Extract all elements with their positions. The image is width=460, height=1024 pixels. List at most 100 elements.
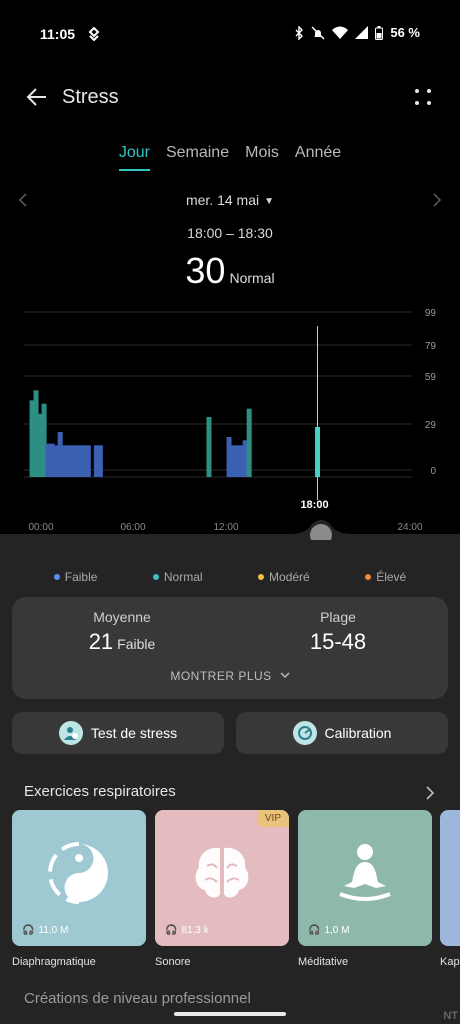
headphones-icon: 🎧 (165, 925, 178, 936)
stress-bar[interactable] (206, 417, 212, 477)
count-text: 81,3 k (181, 925, 209, 936)
mute-icon (311, 26, 325, 39)
battery-percent: 56 % (390, 25, 420, 40)
stress-test-label: Test de stress (90, 725, 178, 741)
range-title: Plage (320, 609, 356, 625)
selected-time-range: 18:00 – 18:30 (187, 225, 273, 241)
chevron-down-icon (280, 672, 290, 678)
range-value-row: 15-48 (238, 629, 438, 655)
battery-icon (375, 25, 384, 40)
calibration-label: Calibration (324, 725, 392, 741)
next-day-chevron-icon[interactable] (430, 192, 444, 208)
count-text: 1,0 M (324, 925, 350, 936)
stress-level: Normal (229, 270, 275, 286)
listen-count: 🎧 1,0 M (308, 925, 349, 936)
stress-bar-chart[interactable]: 99 79 59 29 0 18:00 00:00 06:00 12:00 24:00 (0, 300, 460, 540)
app-bar: Stress (0, 78, 460, 118)
exercise-card-kap[interactable] (440, 810, 460, 946)
more-options-icon[interactable] (414, 88, 432, 106)
card-label-sonore: Sonore (155, 956, 191, 968)
exercise-card-sonore[interactable]: VIP 🎧 81,3 k (155, 810, 289, 946)
legend-label: Normal (163, 570, 203, 584)
card-label-diaphragmatique: Diaphragmatique (12, 956, 96, 968)
tab-jour[interactable]: Jour (118, 144, 150, 171)
y-tick-label: 0 (430, 466, 436, 477)
stress-test-button[interactable]: Test de stress (12, 712, 224, 754)
signal-icon (355, 26, 369, 39)
x-tick-label: 12:00 (213, 522, 238, 533)
legend-dot (152, 574, 159, 580)
back-arrow-icon[interactable] (24, 84, 50, 110)
count-text: 11,0 M (38, 925, 69, 936)
show-more-button[interactable]: MONTRER PLUS (12, 669, 448, 683)
legend-dot (365, 574, 372, 580)
period-tabs: Jour Semaine Mois Année (0, 144, 460, 171)
selected-time-label: 18:00 (300, 499, 328, 511)
stress-bar[interactable] (97, 445, 103, 477)
tab-annee[interactable]: Année (295, 144, 341, 171)
legend-item-normal: Normal (152, 570, 203, 584)
stress-bar[interactable] (246, 408, 252, 477)
listen-count: 🎧 11,0 M (22, 925, 68, 936)
chevron-right-icon[interactable] (424, 785, 436, 801)
y-tick-label: 79 (425, 341, 437, 352)
tab-semaine[interactable]: Semaine (166, 144, 229, 171)
average-value: 21 (88, 629, 114, 654)
person-check-icon (58, 721, 83, 745)
legend-label: Élevé (376, 570, 407, 584)
range-stat: Plage 15-48 (238, 609, 438, 655)
status-time: 11:05 (40, 26, 76, 42)
y-tick-label: 29 (425, 420, 437, 431)
yin-yang-icon (48, 842, 108, 904)
legend-label: Modéré (269, 570, 310, 584)
caret-down-icon: ▼ (264, 196, 275, 207)
stress-bar[interactable] (85, 445, 91, 477)
stress-legend: Faible Normal Modéré Élevé (0, 570, 460, 584)
legend-item-faible: Faible (53, 570, 98, 584)
exercise-card-diaphragmatique[interactable]: 🎧 11,0 M (12, 810, 146, 946)
brain-icon (195, 847, 249, 898)
x-tick-label: 06:00 (120, 522, 145, 533)
date-text: mer. 14 mai (185, 192, 260, 208)
date-navigator: mer. 14 mai ▼ (0, 190, 460, 212)
legend-item-modere: Modéré (258, 570, 310, 584)
meditation-icon (339, 844, 391, 901)
app-notification-icon (88, 27, 100, 41)
x-tick-label: 00:00 (28, 522, 53, 533)
legend-dot (53, 574, 60, 580)
stress-bar[interactable] (315, 427, 321, 477)
headphones-icon: 🎧 (308, 925, 321, 936)
legend-item-eleve: Élevé (365, 570, 406, 584)
breathing-cards: 🎧 11,0 M VIP 🎧 81,3 k 🎧 1,0 M (12, 810, 460, 946)
gesture-navigation-bar[interactable] (174, 1012, 286, 1016)
pro-creations-title: Créations de niveau professionnel (24, 990, 251, 1007)
headphones-icon: 🎧 (22, 925, 35, 936)
selected-stress-value: 30 Normal (0, 250, 460, 292)
average-title: Moyenne (93, 609, 151, 625)
x-tick-label: 24:00 (397, 522, 422, 533)
status-icons: 56 % (294, 25, 420, 40)
wifi-icon (332, 26, 349, 39)
chart-scrubber[interactable] (290, 518, 352, 540)
gauge-icon (292, 721, 317, 745)
range-value: 15-48 (309, 629, 367, 654)
tab-mois[interactable]: Mois (245, 144, 279, 171)
legend-label: Faible (64, 570, 98, 584)
watermark-text: NT (443, 1010, 458, 1022)
legend-dot (258, 574, 265, 580)
stats-card: Moyenne 21 Faible Plage 15-48 MONTRER PLU… (12, 597, 448, 699)
breathing-section-title: Exercices respiratoires (24, 783, 176, 800)
vip-badge: VIP (256, 810, 289, 827)
date-selector[interactable]: mer. 14 mai ▼ (0, 192, 460, 208)
bluetooth-icon (295, 25, 304, 40)
card-label-meditative: Méditative (298, 956, 349, 968)
listen-count: 🎧 81,3 k (165, 925, 209, 936)
card-label-kap: Kap (440, 956, 460, 968)
exercise-card-meditative[interactable]: 🎧 1,0 M (298, 810, 432, 946)
calibration-button[interactable]: Calibration (236, 712, 448, 754)
average-stat: Moyenne 21 Faible (22, 609, 222, 655)
page-title: Stress (62, 86, 119, 108)
stress-number: 30 (185, 250, 226, 291)
status-bar: 11:05 56 % (0, 0, 460, 66)
y-tick-label: 99 (425, 308, 437, 319)
